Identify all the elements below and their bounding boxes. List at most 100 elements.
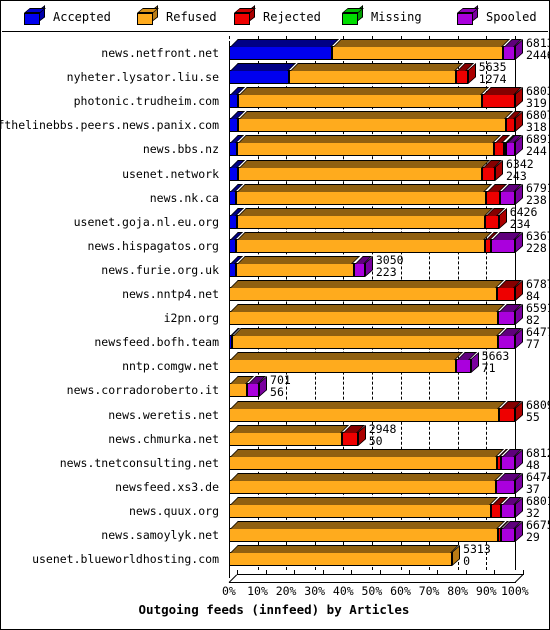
x-axis-tick — [523, 570, 524, 575]
bar-segment-refused — [331, 39, 510, 60]
bar-top-face — [230, 448, 505, 457]
bar-segment-rejected — [496, 280, 522, 301]
cube-icon — [342, 5, 364, 25]
y-axis-label: i2pn.org — [163, 311, 219, 326]
bar-top-face — [230, 496, 498, 505]
bar-segment-accepted — [229, 255, 244, 277]
bar-top-face — [230, 400, 507, 409]
bar-value-total: 6342 — [505, 156, 534, 171]
x-axis-tick-label: 10% — [247, 584, 268, 599]
x-axis-tick-label: 20% — [275, 584, 297, 599]
x-axis-line-back — [237, 574, 524, 576]
x-axis-tick — [237, 570, 238, 575]
bar-segment-spooled — [499, 183, 522, 205]
bar-top-face — [332, 39, 510, 47]
bar-segment-rejected — [506, 111, 522, 133]
y-axis-labels: news.netfront.net nyheter.lysator.liu.se p… — [0, 32, 227, 629]
bar-value-secondary: 29 — [526, 530, 540, 544]
cube-icon — [234, 5, 256, 25]
bar-segment-refused — [229, 496, 498, 518]
bar-segment-rejected — [456, 63, 475, 85]
bar-segment-rejected — [490, 496, 508, 518]
bar-top-face — [239, 111, 514, 120]
bar-top-face — [230, 352, 464, 361]
cube-icon — [137, 5, 159, 25]
y-axis-label: usenet.blueworldhosting.com — [32, 552, 219, 567]
bar-top-face — [237, 207, 493, 216]
bar-value-secondary: 1274 — [478, 72, 507, 87]
x-axis-tick — [265, 570, 267, 575]
bar-value-secondary: 77 — [526, 337, 540, 352]
bar-top-face — [230, 280, 504, 288]
axis-depth-connector — [514, 574, 524, 584]
bar-segment-rejected — [485, 183, 507, 205]
bar-segment-refused — [237, 159, 490, 181]
x-axis-tick-label: 90% — [475, 584, 497, 599]
bar-segment-accepted — [229, 231, 244, 253]
x-axis-tick-label: 60% — [390, 584, 411, 599]
cube-icon — [24, 5, 46, 25]
bar-segment-accepted — [229, 39, 339, 60]
bar-segment-refused — [231, 328, 505, 350]
bar-segment-spooled — [501, 521, 522, 542]
y-axis-label: news.furie.org.uk — [101, 262, 219, 277]
bar-top-face — [237, 231, 493, 240]
bar-segment-refused — [289, 63, 464, 85]
legend-label: Accepted — [53, 10, 111, 24]
chart-screenshot: Accepted Refused Rejected Missing Spooled ne… — [0, 0, 550, 630]
legend-item-missing: Missing — [342, 5, 422, 28]
x-axis-tick-label: 0% — [222, 584, 236, 599]
x-axis-tick — [408, 570, 410, 575]
bar-segment-spooled — [506, 135, 522, 157]
bar-top-face — [230, 304, 505, 313]
bar-top-face — [290, 63, 464, 72]
bar-segment-spooled — [353, 255, 372, 277]
bar-segment-accepted — [229, 183, 244, 205]
y-axis-label: endofthelinebbs.peers.news.panix.com — [0, 118, 219, 133]
x-axis-tick-label: 50% — [361, 584, 383, 599]
bar-segment-spooled — [247, 376, 267, 398]
bar-segment-refused — [229, 304, 505, 326]
bar-segment-refused — [229, 448, 505, 470]
legend-label: Spooled — [486, 10, 537, 24]
bars-and-axis: 6813244656351274680331968073186891244634… — [222, 32, 549, 629]
bar-segment-refused — [229, 472, 504, 494]
x-axis-tick — [494, 570, 496, 575]
y-axis-label: news.corradoroberto.it — [66, 383, 219, 398]
y-axis-label: usenet.goja.nl.eu.org — [73, 214, 219, 229]
legend-item-spooled: Spooled — [457, 5, 537, 28]
x-axis-tick-label: 80% — [447, 584, 469, 599]
bar-value-secondary: 243 — [505, 168, 527, 183]
y-axis-label: news.hispagatos.org — [87, 238, 219, 253]
bar-segment-accepted — [229, 63, 297, 85]
bar-segment-refused — [229, 545, 460, 567]
bar-segment-refused — [229, 280, 504, 301]
y-axis-label: nntp.comgw.net — [122, 359, 219, 374]
y-axis-label: newsfeed.bofh.team — [94, 335, 219, 350]
bar-segment-refused — [229, 424, 349, 446]
y-axis-label: newsfeed.xs3.de — [115, 479, 219, 494]
bar-segment-rejected — [494, 135, 511, 157]
bar-segment-refused — [229, 376, 255, 398]
bar-segment-rejected — [482, 87, 522, 109]
bar-top-face — [230, 39, 339, 47]
plot-area: news.netfront.net nyheter.lysator.liu.se p… — [0, 32, 549, 629]
bar-segment-refused — [229, 521, 506, 542]
bar-top-face — [238, 135, 502, 144]
y-axis-label: news.samoylyk.net — [101, 528, 219, 542]
x-axis-title: Outgoing feeds (innfeed) by Articles — [138, 602, 410, 618]
bar-value-secondary: 55 — [526, 409, 540, 424]
y-axis-label: nyheter.lysator.liu.se — [66, 70, 219, 85]
x-axis-tick — [465, 570, 467, 575]
bar-value-total: 2948 — [368, 421, 397, 436]
legend-label: Rejected — [263, 10, 321, 24]
y-axis-label: news.weretis.net — [108, 407, 219, 422]
bar-top-face — [237, 255, 361, 264]
bar-value-secondary: 228 — [526, 240, 547, 255]
y-axis-label: usenet.network — [122, 166, 219, 181]
bar-segment-refused — [238, 87, 490, 109]
bar-segment-refused — [236, 207, 493, 229]
x-axis-tick — [437, 570, 439, 575]
legend-label: Refused — [166, 10, 217, 24]
x-axis-tick — [294, 570, 296, 575]
